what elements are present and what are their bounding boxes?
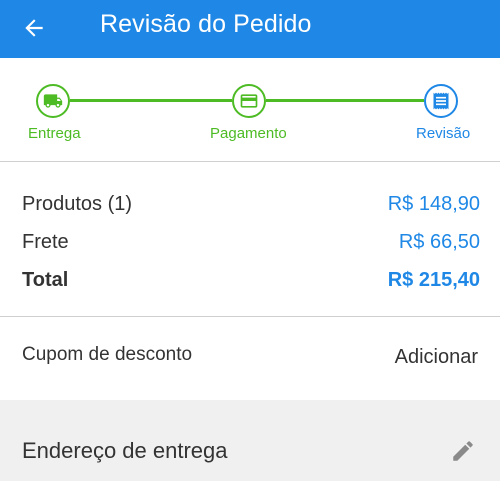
step-label-pagamento: Pagamento	[210, 125, 287, 142]
credit-card-icon	[240, 94, 258, 108]
shipping-label: Frete	[22, 230, 69, 253]
arrow-left-icon	[25, 19, 43, 37]
step-connector	[266, 99, 424, 102]
products-row: Produtos (1) R$ 148,90	[22, 189, 480, 219]
step-label-entrega: Entrega	[28, 125, 81, 142]
address-title: Endereço de entrega	[22, 438, 228, 463]
pencil-icon	[453, 441, 473, 461]
products-value: R$ 148,90	[387, 192, 480, 215]
receipt-icon	[433, 92, 449, 110]
truck-icon	[43, 94, 63, 108]
checkout-stepper: Entrega Pagamento Revisão	[0, 58, 500, 162]
app-bar: Revisão do Pedido	[0, 0, 500, 58]
total-label: Total	[22, 268, 69, 291]
back-button[interactable]	[14, 8, 54, 48]
page-title: Revisão do Pedido	[100, 10, 312, 38]
edit-address-button[interactable]	[448, 436, 478, 466]
total-value: R$ 215,40	[387, 268, 480, 291]
coupon-label: Cupom de desconto	[22, 344, 193, 365]
total-row: Total R$ 215,40	[22, 265, 480, 295]
step-pagamento[interactable]	[232, 84, 266, 118]
step-revisao[interactable]	[424, 84, 458, 118]
step-connector	[70, 99, 232, 102]
coupon-row: Cupom de desconto Adicionar	[0, 318, 500, 400]
order-summary: Produtos (1) R$ 148,90 Frete R$ 66,50 To…	[0, 163, 500, 317]
shipping-value: R$ 66,50	[398, 230, 480, 253]
add-coupon-button[interactable]: Adicionar	[395, 346, 478, 369]
delivery-address-section: Endereço de entrega	[0, 400, 500, 481]
products-label: Produtos (1)	[22, 192, 133, 215]
step-label-revisao: Revisão	[416, 125, 471, 142]
shipping-row: Frete R$ 66,50	[22, 227, 480, 257]
step-entrega[interactable]	[36, 84, 70, 118]
